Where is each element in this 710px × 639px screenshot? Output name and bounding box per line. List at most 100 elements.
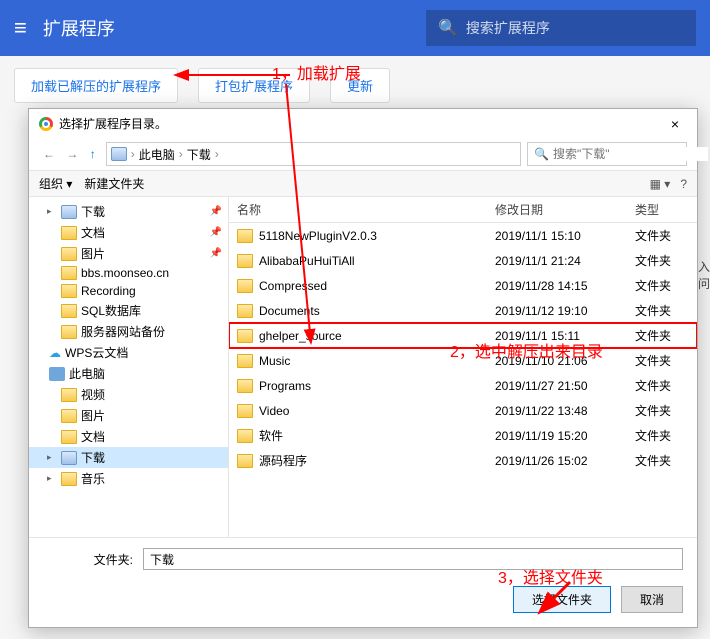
addr-pc[interactable]: 此电脑 — [139, 146, 175, 163]
file-row[interactable]: Programs2019/11/27 21:50文件夹 — [229, 373, 697, 398]
folder-icon — [237, 379, 253, 393]
folder-icon — [237, 229, 253, 243]
file-name: AlibabaPuHuiTiAll — [259, 254, 355, 268]
file-type: 文件夹 — [627, 323, 697, 348]
file-row[interactable]: AlibabaPuHuiTiAll2019/11/1 21:24文件夹 — [229, 248, 697, 273]
tree-label: 下载 — [81, 203, 105, 220]
file-name: Programs — [259, 379, 311, 393]
file-name: Music — [259, 354, 290, 368]
folder-icon — [61, 205, 77, 219]
help-icon[interactable]: ? — [680, 177, 687, 191]
file-list[interactable]: 名称 修改日期 类型 5118NewPluginV2.0.32019/11/1 … — [229, 197, 697, 537]
folder-icon — [237, 354, 253, 368]
folder-label: 文件夹: — [43, 551, 133, 568]
ext-search-input[interactable] — [466, 20, 684, 36]
folder-icon — [237, 279, 253, 293]
chrome-ext-header: ≡ 扩展程序 🔍 — [0, 0, 710, 56]
page-title: 扩展程序 — [43, 15, 426, 41]
close-icon[interactable]: × — [663, 116, 687, 132]
file-type: 文件夹 — [627, 273, 697, 298]
ext-search[interactable]: 🔍 — [426, 10, 696, 46]
file-row[interactable]: 软件2019/11/19 15:20文件夹 — [229, 423, 697, 448]
addr-loc[interactable]: 下载 — [187, 146, 211, 163]
tree-label: WPS云文档 — [65, 344, 128, 361]
folder-icon — [61, 304, 77, 318]
file-row[interactable]: ghelper_source2019/11/1 15:11文件夹 — [229, 323, 697, 348]
tree-node[interactable]: SQL数据库 — [29, 300, 228, 321]
tree-node[interactable]: 图片📌 — [29, 243, 228, 264]
file-row[interactable]: Video2019/11/22 13:48文件夹 — [229, 398, 697, 423]
load-unpacked-button[interactable]: 加载已解压的扩展程序 — [14, 68, 178, 103]
tree-node[interactable]: 此电脑 — [29, 363, 228, 384]
dialog-nav: ← → ↑ › 此电脑 › 下载 › 🔍 — [29, 138, 697, 171]
tree-label: bbs.moonseo.cn — [81, 266, 169, 280]
back-icon[interactable]: ← — [39, 147, 59, 161]
dialog-titlebar[interactable]: 选择扩展程序目录。 × — [29, 109, 697, 138]
dialog-title: 选择扩展程序目录。 — [59, 115, 167, 132]
col-date[interactable]: 修改日期 — [487, 197, 627, 222]
tree-node[interactable]: 图片 — [29, 405, 228, 426]
dialog-tools: 组织 ▾ 新建文件夹 ▦ ▾ ? — [29, 171, 697, 197]
pin-icon: 📌 — [210, 248, 222, 259]
file-row[interactable]: 源码程序2019/11/26 15:02文件夹 — [229, 448, 697, 473]
tree-node[interactable]: bbs.moonseo.cn — [29, 264, 228, 282]
file-date: 2019/11/28 14:15 — [487, 275, 627, 297]
select-folder-button[interactable]: 选择文件夹 — [513, 586, 611, 613]
dialog-footer-buttons: 选择文件夹 取消 — [29, 580, 697, 627]
col-name[interactable]: 名称 — [229, 197, 487, 222]
folder-icon — [61, 472, 77, 486]
tree-node[interactable]: ☁ WPS云文档 — [29, 342, 228, 363]
update-button[interactable]: 更新 — [330, 68, 390, 103]
file-row[interactable]: 5118NewPluginV2.0.32019/11/1 15:10文件夹 — [229, 223, 697, 248]
file-row[interactable]: Compressed 2019/11/28 14:15文件夹 — [229, 273, 697, 298]
tree-node[interactable]: 服务器网站备份 — [29, 321, 228, 342]
tree-label: 服务器网站备份 — [81, 323, 165, 340]
cloud-icon: ☁ — [49, 346, 61, 360]
folder-icon — [61, 247, 77, 261]
tree-node[interactable]: Recording — [29, 282, 228, 300]
file-date: 2019/11/1 15:10 — [487, 225, 627, 247]
folder-name-input[interactable] — [143, 548, 683, 570]
pack-ext-button[interactable]: 打包扩展程序 — [198, 68, 310, 103]
tree-label: 音乐 — [81, 470, 105, 487]
search-icon: 🔍 — [438, 18, 458, 38]
tree-label: 视频 — [81, 386, 105, 403]
new-folder-button[interactable]: 新建文件夹 — [84, 175, 144, 192]
file-type: 文件夹 — [627, 298, 697, 323]
tree-node[interactable]: ▸音乐 — [29, 468, 228, 489]
tree-label: SQL数据库 — [81, 302, 141, 319]
file-header[interactable]: 名称 修改日期 类型 — [229, 197, 697, 223]
tree-label: Recording — [81, 284, 136, 298]
forward-icon[interactable]: → — [62, 147, 82, 161]
file-date: 2019/11/12 19:10 — [487, 300, 627, 322]
file-type: 文件夹 — [627, 423, 697, 448]
menu-icon[interactable]: ≡ — [14, 15, 27, 41]
folder-icon — [237, 454, 253, 468]
file-date: 2019/11/10 21:06 — [487, 350, 627, 372]
file-name: 源码程序 — [259, 452, 307, 469]
folder-tree[interactable]: ▸下载📌文档📌图片📌bbs.moonseo.cnRecordingSQL数据库服… — [29, 197, 229, 537]
tree-label: 文档 — [81, 428, 105, 445]
address-bar[interactable]: › 此电脑 › 下载 › — [106, 142, 521, 166]
cancel-button[interactable]: 取消 — [621, 586, 683, 613]
tree-node[interactable]: 文档📌 — [29, 222, 228, 243]
tree-node[interactable]: 文档 — [29, 426, 228, 447]
tree-node[interactable]: ▸下载 — [29, 447, 228, 468]
pin-icon: 📌 — [210, 227, 222, 238]
view-menu[interactable]: ▦ ▾ — [650, 177, 671, 191]
folder-search-input[interactable] — [553, 147, 708, 161]
col-type[interactable]: 类型 — [627, 197, 697, 222]
file-name: Video — [259, 404, 289, 418]
file-row[interactable]: Documents2019/11/12 19:10文件夹 — [229, 298, 697, 323]
tree-label: 此电脑 — [69, 365, 105, 382]
folder-search[interactable]: 🔍 — [527, 142, 687, 166]
file-row[interactable]: Music2019/11/10 21:06文件夹 — [229, 348, 697, 373]
file-dialog: 选择扩展程序目录。 × ← → ↑ › 此电脑 › 下载 › 🔍 组织 ▾ 新建… — [28, 108, 698, 628]
tree-node[interactable]: 视频 — [29, 384, 228, 405]
tree-node[interactable]: ▸下载📌 — [29, 201, 228, 222]
file-name: Compressed — [259, 279, 327, 293]
organize-menu[interactable]: 组织 ▾ — [39, 175, 72, 192]
folder-icon — [237, 254, 253, 268]
folder-icon — [49, 367, 65, 381]
up-icon[interactable]: ↑ — [86, 147, 100, 161]
